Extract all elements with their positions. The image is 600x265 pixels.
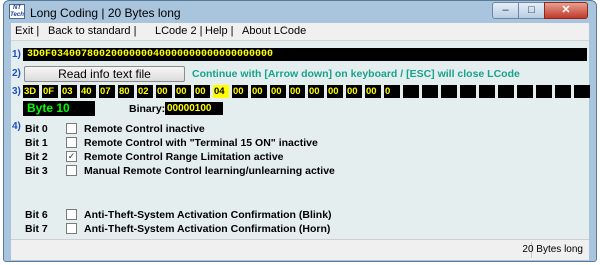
byte-cell[interactable] (479, 85, 495, 98)
bit-checkbox[interactable]: ✓ (66, 151, 77, 162)
menu-bar: Exit | Back to standard | LCode 2 | Help… (11, 23, 589, 41)
byte-cell[interactable]: 00 (346, 85, 362, 98)
minimize-icon: – (502, 4, 509, 16)
status-text: 20 Bytes long (522, 244, 583, 255)
client-area: Exit | Back to standard | LCode 2 | Help… (11, 23, 590, 260)
bit-label: Anti-Theft-System Activation Confirmatio… (84, 209, 332, 221)
lcode-window: NT Tech Long Coding | 20 Bytes long – □ ✕… (3, 0, 597, 262)
byte-cell[interactable]: 04 (213, 85, 229, 98)
bit-label: Remote Control Range Limitation active (84, 151, 284, 163)
menu-lcode2[interactable]: LCode 2 | (155, 25, 203, 37)
status-bar: 20 Bytes long (11, 239, 589, 260)
checkmark-icon: ✓ (67, 151, 76, 161)
byte-label: Byte 10 (23, 101, 95, 116)
menu-exit[interactable]: Exit | (15, 25, 39, 37)
bit-label: Remote Control inactive (84, 123, 205, 135)
close-icon: ✕ (561, 4, 571, 16)
byte-cell[interactable] (536, 85, 552, 98)
menu-back-to-standard[interactable]: Back to standard | (48, 25, 136, 37)
byte-cell[interactable]: 00 (327, 85, 343, 98)
bit-label: Manual Remote Control learning/unlearnin… (84, 165, 335, 177)
bit-checkbox[interactable] (66, 123, 77, 134)
bit-checkbox[interactable] (66, 223, 77, 234)
byte-cell[interactable]: 03 (61, 85, 77, 98)
byte-cell[interactable]: 00 (232, 85, 248, 98)
window-title: Long Coding | 20 Bytes long (30, 6, 181, 20)
byte-cell[interactable]: 00 (308, 85, 324, 98)
maximize-icon: □ (528, 4, 535, 16)
byte-cell[interactable]: 00 (289, 85, 305, 98)
bit-name: Bit 7 (25, 223, 48, 235)
byte-cell[interactable]: 40 (80, 85, 96, 98)
section-number: 3) (12, 86, 21, 97)
bit-name: Bit 6 (25, 209, 48, 221)
bit-name: Bit 3 (25, 165, 48, 177)
bit-checkbox[interactable] (66, 165, 77, 176)
byte-cell[interactable]: 0 (384, 85, 400, 98)
byte-cell[interactable]: 80 (118, 85, 134, 98)
byte-cell[interactable] (460, 85, 476, 98)
byte-cell[interactable]: 00 (251, 85, 267, 98)
byte-cell[interactable] (555, 85, 571, 98)
title-bar[interactable]: NT Tech Long Coding | 20 Bytes long – □ ✕ (4, 1, 596, 23)
byte-cell[interactable] (422, 85, 438, 98)
binary-label: Binary: (129, 103, 166, 115)
byte-cell[interactable] (441, 85, 457, 98)
binary-value: 00000100 (165, 102, 223, 115)
byte-cell[interactable]: 07 (99, 85, 115, 98)
bit-name: Bit 2 (25, 151, 48, 163)
menu-about[interactable]: About LCode (242, 25, 306, 37)
byte-cell[interactable] (574, 85, 590, 98)
byte-cell[interactable] (498, 85, 514, 98)
bit-name: Bit 1 (25, 137, 48, 149)
bit-name: Bit 0 (25, 123, 48, 135)
coding-string-field[interactable]: 3D0F034007800200000004000000000000000000… (23, 48, 587, 61)
byte-cell[interactable]: 00 (156, 85, 172, 98)
byte-cell[interactable]: 00 (194, 85, 210, 98)
close-button[interactable]: ✕ (544, 2, 588, 19)
byte-cell[interactable]: 00 (175, 85, 191, 98)
bit-checkbox[interactable] (66, 209, 77, 220)
app-icon[interactable]: NT Tech (9, 4, 25, 19)
byte-cell[interactable]: 3D (23, 85, 39, 98)
read-info-button[interactable]: Read info text file (24, 66, 185, 82)
bit-label: Remote Control with "Terminal 15 ON" ina… (84, 137, 318, 149)
byte-cell[interactable]: 00 (270, 85, 286, 98)
bit-checkbox[interactable] (66, 137, 77, 148)
byte-cell[interactable]: 00 (365, 85, 381, 98)
section-number: 2) (12, 68, 21, 79)
minimize-button[interactable]: – (492, 2, 519, 19)
hint-text: Continue with [Arrow down] on keyboard /… (192, 68, 520, 80)
byte-cell[interactable] (517, 85, 533, 98)
byte-cell[interactable]: 02 (137, 85, 153, 98)
bit-label: Anti-Theft-System Activation Confirmatio… (84, 223, 331, 235)
section-number: 1) (12, 49, 21, 60)
byte-cell[interactable]: 0F (42, 85, 58, 98)
section-number: 4) (12, 121, 21, 132)
menu-help[interactable]: Help | (205, 25, 234, 37)
byte-cell[interactable] (403, 85, 419, 98)
maximize-button[interactable]: □ (518, 2, 545, 19)
